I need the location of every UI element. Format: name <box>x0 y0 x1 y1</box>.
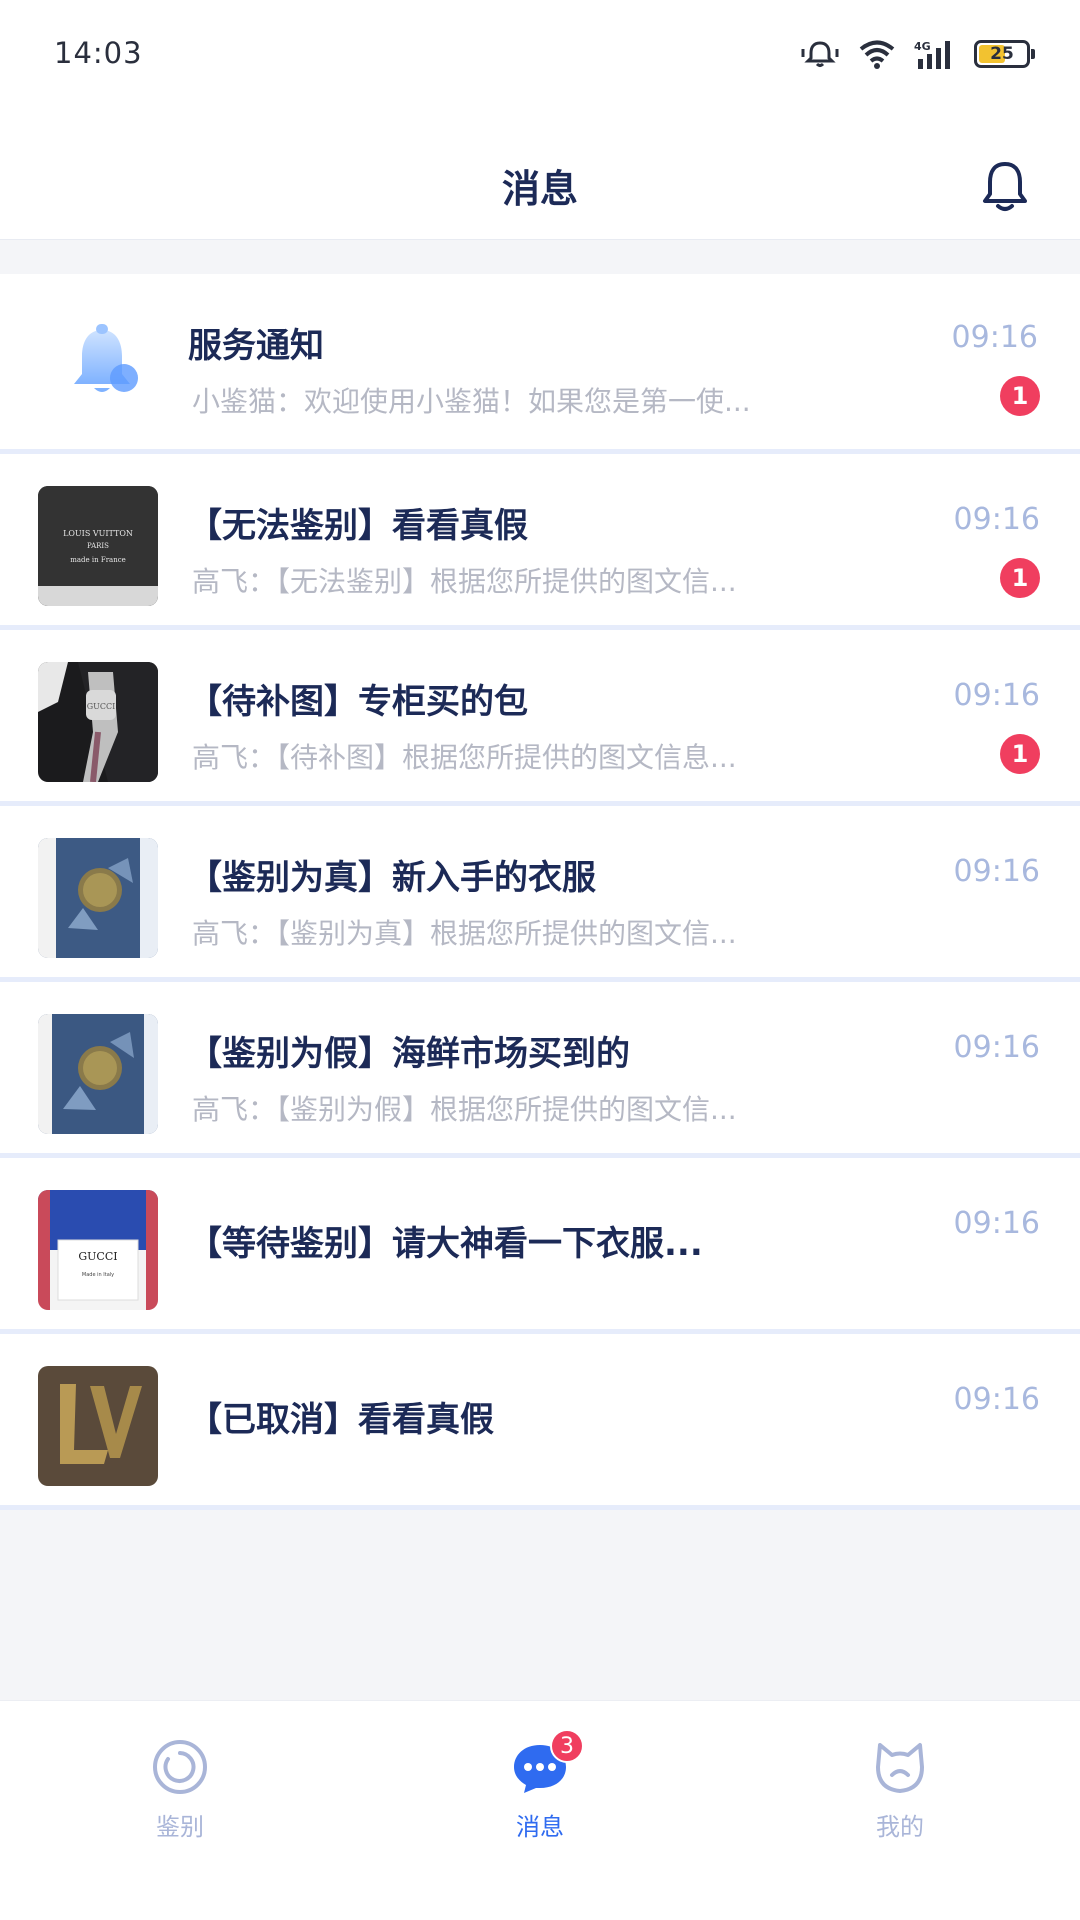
thumb-text: GUCCI <box>78 1250 117 1263</box>
denim-button-thumbnail <box>38 838 158 958</box>
message-time: 09:16 <box>951 320 1038 355</box>
lv-monogram-thumbnail <box>38 1366 158 1486</box>
message-preview: 高飞：【待补图】根据您所提供的图文信息... <box>192 741 737 774</box>
cat-profile-icon <box>870 1737 930 1797</box>
message-time: 09:16 <box>953 1030 1040 1065</box>
list-item-pending-photos[interactable]: GUCCI 【待补图】专柜买的包 高飞：【待补图】根据您所提供的图文信息... … <box>0 630 1080 806</box>
message-preview: 高飞：【无法鉴别】根据您所提供的图文信... <box>192 565 737 598</box>
wifi-icon <box>859 40 895 69</box>
thumb-text: PARIS <box>87 542 109 550</box>
tab-badge: 3 <box>550 1729 584 1763</box>
message-time: 09:16 <box>953 1206 1040 1241</box>
message-title: 【鉴别为真】新入手的衣服 <box>188 858 596 898</box>
message-title: 【已取消】看看真假 <box>188 1400 494 1440</box>
service-bell-icon <box>74 324 138 392</box>
status-time: 14:03 <box>54 36 143 70</box>
message-time: 09:16 <box>953 854 1040 889</box>
list-item-awaiting[interactable]: GUCCI Made in Italy 【等待鉴别】请大神看一下衣服... 09… <box>0 1158 1080 1334</box>
list-item-service-notice[interactable]: 服务通知 小鉴猫：欢迎使用小鉴猫！如果您是第一使... 09:16 1 <box>0 274 1080 454</box>
battery-icon: 25 <box>974 40 1035 68</box>
list-item-authentic[interactable]: 【鉴别为真】新入手的衣服 高飞：【鉴别为真】根据您所提供的图文信... 09:1… <box>0 806 1080 982</box>
list-item-fake[interactable]: 【鉴别为假】海鲜市场买到的 高飞：【鉴别为假】根据您所提供的图文信... 09:… <box>0 982 1080 1158</box>
message-preview: 高飞：【鉴别为假】根据您所提供的图文信... <box>192 1093 737 1126</box>
page-title: 消息 <box>501 167 578 211</box>
message-time: 09:16 <box>953 678 1040 713</box>
thumb-text: GUCCI <box>87 702 116 711</box>
identify-icon <box>150 1737 210 1797</box>
lv-wallet-thumbnail: LOUIS VUITTON PARIS made in France <box>38 486 158 606</box>
nav-bar: 消息 <box>0 108 1080 240</box>
unread-badge: 1 <box>1000 734 1040 774</box>
unread-badge: 1 <box>1000 558 1040 598</box>
list-item-cancelled[interactable]: 【已取消】看看真假 09:16 <box>0 1334 1080 1510</box>
tab-label: 鉴别 <box>156 1813 204 1841</box>
chat-icon: 3 <box>510 1729 584 1797</box>
message-time: 09:16 <box>953 1382 1040 1417</box>
battery-level: 25 <box>990 44 1014 64</box>
message-preview: 高飞：【鉴别为真】根据您所提供的图文信... <box>192 917 737 950</box>
message-title: 【待补图】专柜买的包 <box>188 682 528 722</box>
message-time: 09:16 <box>953 502 1040 537</box>
message-title: 【无法鉴别】看看真假 <box>188 506 528 546</box>
tab-label: 消息 <box>516 1813 564 1841</box>
thumb-text: made in France <box>70 556 126 564</box>
status-icons: 4G 25 <box>800 38 1035 70</box>
thumb-text: LOUIS VUITTON <box>63 529 133 538</box>
tab-label: 我的 <box>876 1813 924 1841</box>
bell-icon[interactable] <box>980 160 1030 214</box>
message-preview: 小鉴猫：欢迎使用小鉴猫！如果您是第一使... <box>192 385 751 418</box>
message-title: 【鉴别为假】海鲜市场买到的 <box>188 1034 630 1074</box>
tab-messages[interactable]: 3 消息 <box>460 1729 620 1842</box>
list-item-unable-identify[interactable]: LOUIS VUITTON PARIS made in France 【无法鉴别… <box>0 454 1080 630</box>
signal-4g-icon: 4G <box>914 40 950 69</box>
tab-identify[interactable]: 鉴别 <box>100 1737 260 1842</box>
denim-button-thumbnail <box>38 1014 158 1134</box>
unread-badge: 1 <box>1000 376 1040 416</box>
bottom-tab-bar: 鉴别 3 消息 我的 <box>0 1700 1080 1920</box>
svg-text:4G: 4G <box>914 40 931 53</box>
gucci-label-thumbnail: GUCCI Made in Italy <box>38 1190 158 1310</box>
tab-profile[interactable]: 我的 <box>820 1737 980 1842</box>
status-bar: 14:03 4G 25 <box>0 0 1080 108</box>
message-list: 服务通知 小鉴猫：欢迎使用小鉴猫！如果您是第一使... 09:16 1 LOUI… <box>0 274 1080 1510</box>
thumb-text: Made in Italy <box>82 1272 114 1278</box>
message-title: 服务通知 <box>188 326 324 366</box>
vibrate-alarm-icon <box>801 41 839 67</box>
gucci-zipper-thumbnail: GUCCI <box>38 662 158 782</box>
message-title: 【等待鉴别】请大神看一下衣服... <box>188 1224 703 1264</box>
